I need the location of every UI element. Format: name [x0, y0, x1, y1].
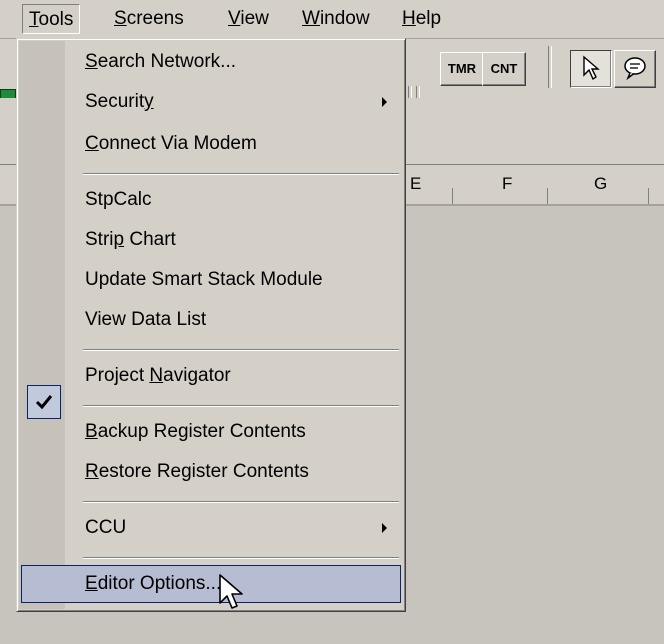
item-label: avigator [163, 365, 231, 386]
item-label: Securit [85, 91, 145, 112]
item-label-accel: B [85, 421, 98, 442]
menu-item-view-data-list[interactable]: View Data List [21, 301, 401, 339]
select-pointer-button[interactable] [570, 50, 612, 88]
menu-item-strip-chart[interactable]: Strip Chart [21, 221, 401, 259]
menu-tools[interactable]: Tools [22, 4, 81, 34]
item-label: Update Smart Stack Module [85, 269, 323, 290]
menu-view[interactable]: View [222, 4, 275, 34]
menu-label: elp [415, 8, 442, 29]
item-label: estore Register Contents [98, 461, 309, 482]
menu-label: indow [319, 8, 370, 29]
menu-item-editor-options[interactable]: Editor Options... [21, 565, 401, 603]
item-label-accel: E [85, 573, 98, 594]
item-label-accel: N [149, 365, 164, 386]
menu-label-accel: S [114, 8, 127, 29]
column-divider [648, 188, 649, 204]
menu-label: ools [38, 9, 74, 30]
item-label: Stri [85, 229, 114, 250]
counter-button[interactable]: CNT [482, 52, 526, 86]
item-label-accel: C [85, 133, 99, 154]
menu-screens[interactable]: Screens [108, 4, 190, 34]
menu-item-update-smart-stack-module[interactable]: Update Smart Stack Module [21, 261, 401, 299]
item-label: ackup Register Contents [97, 421, 306, 442]
column-divider [452, 188, 453, 204]
menu-item-project-navigator[interactable]: Project Navigator [21, 357, 401, 395]
column-label-g: G [594, 174, 608, 193]
menu-item-backup-register-contents[interactable]: Backup Register Contents [21, 413, 401, 451]
column-divider [547, 188, 548, 204]
item-label: earch Network... [97, 51, 237, 72]
item-label-accel: R [85, 461, 99, 482]
menu-label: iew [240, 8, 269, 29]
item-label-accel: p [113, 229, 125, 250]
tools-menu: Search Network... Security Connect Via M… [16, 38, 406, 612]
column-label-e: E [410, 174, 422, 193]
menu-bar: Tools Screens View Window Help [0, 0, 664, 39]
mouse-pointer-icon [219, 574, 243, 609]
menu-separator [83, 173, 399, 175]
mouse-pointer-icon [583, 55, 600, 81]
menu-separator [83, 349, 399, 351]
comment-icon [624, 57, 646, 81]
menu-item-ccu[interactable]: CCU [21, 509, 401, 547]
menu-item-search-network[interactable]: Search Network... [21, 43, 401, 81]
menu-item-security[interactable]: Security [21, 83, 401, 121]
menu-item-stpcalc[interactable]: StpCalc [21, 181, 401, 219]
menu-label-accel: H [402, 8, 416, 29]
comment-button[interactable] [614, 50, 656, 88]
item-label: onnect Via Modem [98, 133, 257, 154]
item-label: View Data List [85, 309, 207, 330]
menu-label: creens [126, 8, 184, 29]
menu-window[interactable]: Window [296, 4, 376, 34]
menu-item-restore-register-contents[interactable]: Restore Register Contents [21, 453, 401, 491]
item-label: CCU [85, 517, 127, 538]
item-label-accel: y [144, 91, 154, 112]
submenu-arrow-icon [382, 523, 387, 533]
item-label: ditor Options... [97, 573, 222, 594]
item-label: Project [85, 365, 150, 386]
item-label: Chart [124, 229, 176, 250]
item-label: StpCalc [85, 189, 152, 210]
menu-label-accel: V [228, 8, 241, 29]
item-label-accel: S [85, 51, 98, 72]
menu-label-accel: W [302, 8, 320, 29]
menu-separator [83, 501, 399, 503]
menu-help[interactable]: Help [396, 4, 447, 34]
menu-label-accel: T [29, 9, 39, 30]
timer-button[interactable]: TMR [440, 52, 484, 86]
toolbar-separator [548, 46, 552, 88]
column-label-f: F [502, 174, 513, 193]
menu-item-connect-via-modem[interactable]: Connect Via Modem [21, 125, 401, 163]
menu-separator [83, 557, 399, 559]
menu-separator [83, 405, 399, 407]
submenu-arrow-icon [382, 97, 387, 107]
